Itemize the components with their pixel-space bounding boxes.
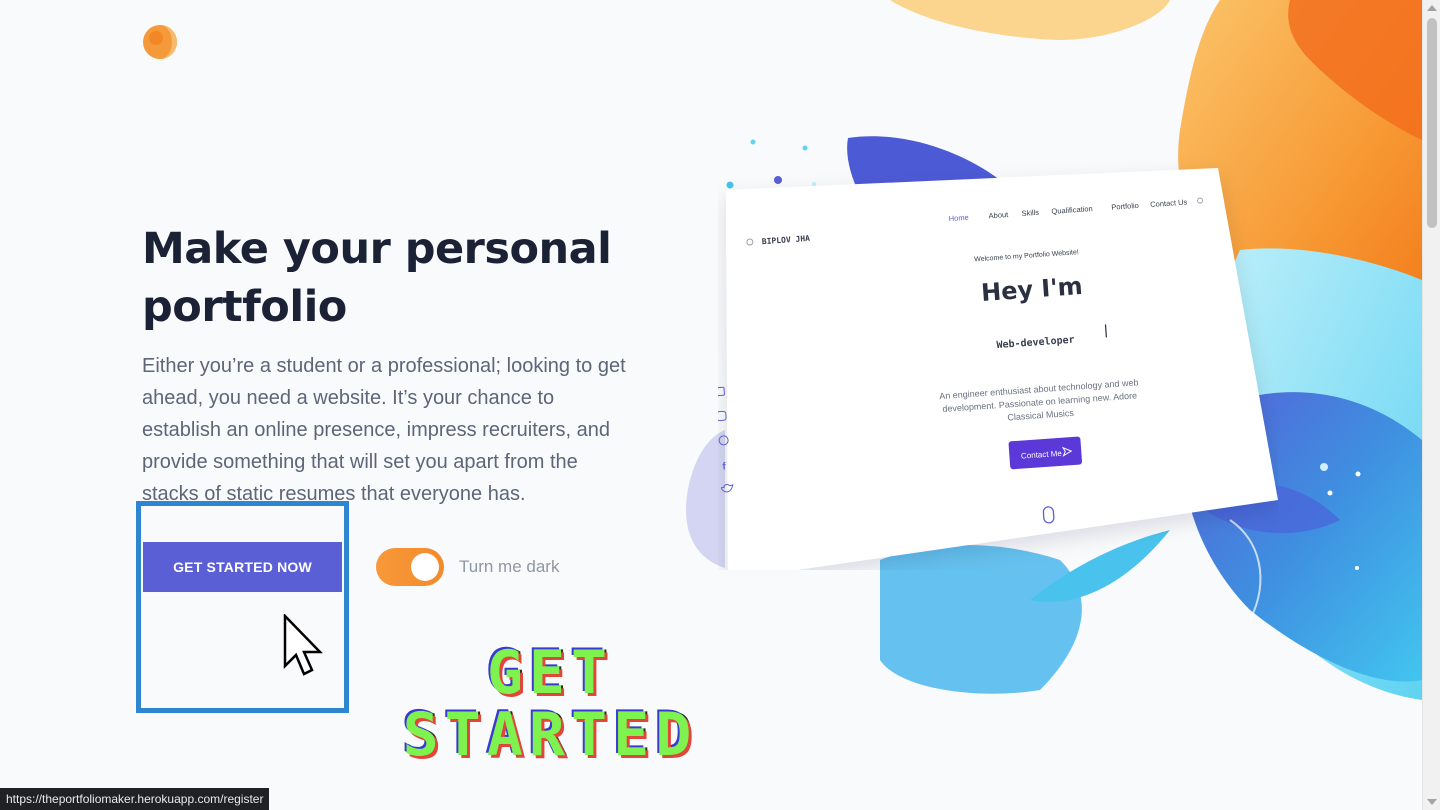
- hero-description: Either you’re a student or a professiona…: [142, 355, 626, 505]
- hero-title-line2: portfolio: [142, 282, 347, 332]
- hero-title: Make your personal portfolio: [142, 220, 662, 336]
- scroll-thumb[interactable]: [1427, 18, 1437, 228]
- mockup-nav-about[interactable]: About: [988, 210, 1009, 220]
- linkedin-icon[interactable]: [718, 386, 725, 397]
- facebook-icon[interactable]: f: [722, 461, 727, 472]
- get-started-overlay-text: GET STARTED: [340, 642, 760, 766]
- scroll-down-arrow-icon[interactable]: [1427, 799, 1437, 805]
- overlay-line2: STARTED: [402, 700, 698, 770]
- instagram-icon[interactable]: [718, 410, 727, 422]
- browser-status-bar: https://theportfoliomaker.herokuapp.com/…: [0, 788, 270, 810]
- hero-title-line1: Make your personal: [142, 224, 612, 274]
- click-highlight-box: [136, 501, 349, 713]
- mouse-cursor-icon: [283, 614, 323, 676]
- page-scrollbar[interactable]: [1422, 0, 1440, 810]
- logo-icon[interactable]: [142, 24, 178, 60]
- mockup-nav-skills[interactable]: Skills: [1021, 208, 1039, 218]
- mockup-card: BIPLOV JHA Home About Skills Qualificati…: [718, 168, 1278, 570]
- dark-mode-label: Turn me dark: [459, 557, 560, 576]
- get-started-button[interactable]: GET STARTED NOW: [143, 542, 342, 592]
- overlay-line1: GET: [486, 638, 614, 708]
- mockup-nav-home[interactable]: Home: [948, 213, 969, 223]
- scroll-up-arrow-icon[interactable]: [1427, 5, 1437, 11]
- dark-mode-toggle[interactable]: [376, 548, 444, 586]
- mockup-nav-portfolio[interactable]: Portfolio: [1111, 201, 1139, 212]
- toggle-knob: [411, 553, 439, 581]
- portfolio-preview-mockup: BIPLOV JHA Home About Skills Qualificati…: [718, 150, 1278, 570]
- github-icon[interactable]: [718, 435, 729, 446]
